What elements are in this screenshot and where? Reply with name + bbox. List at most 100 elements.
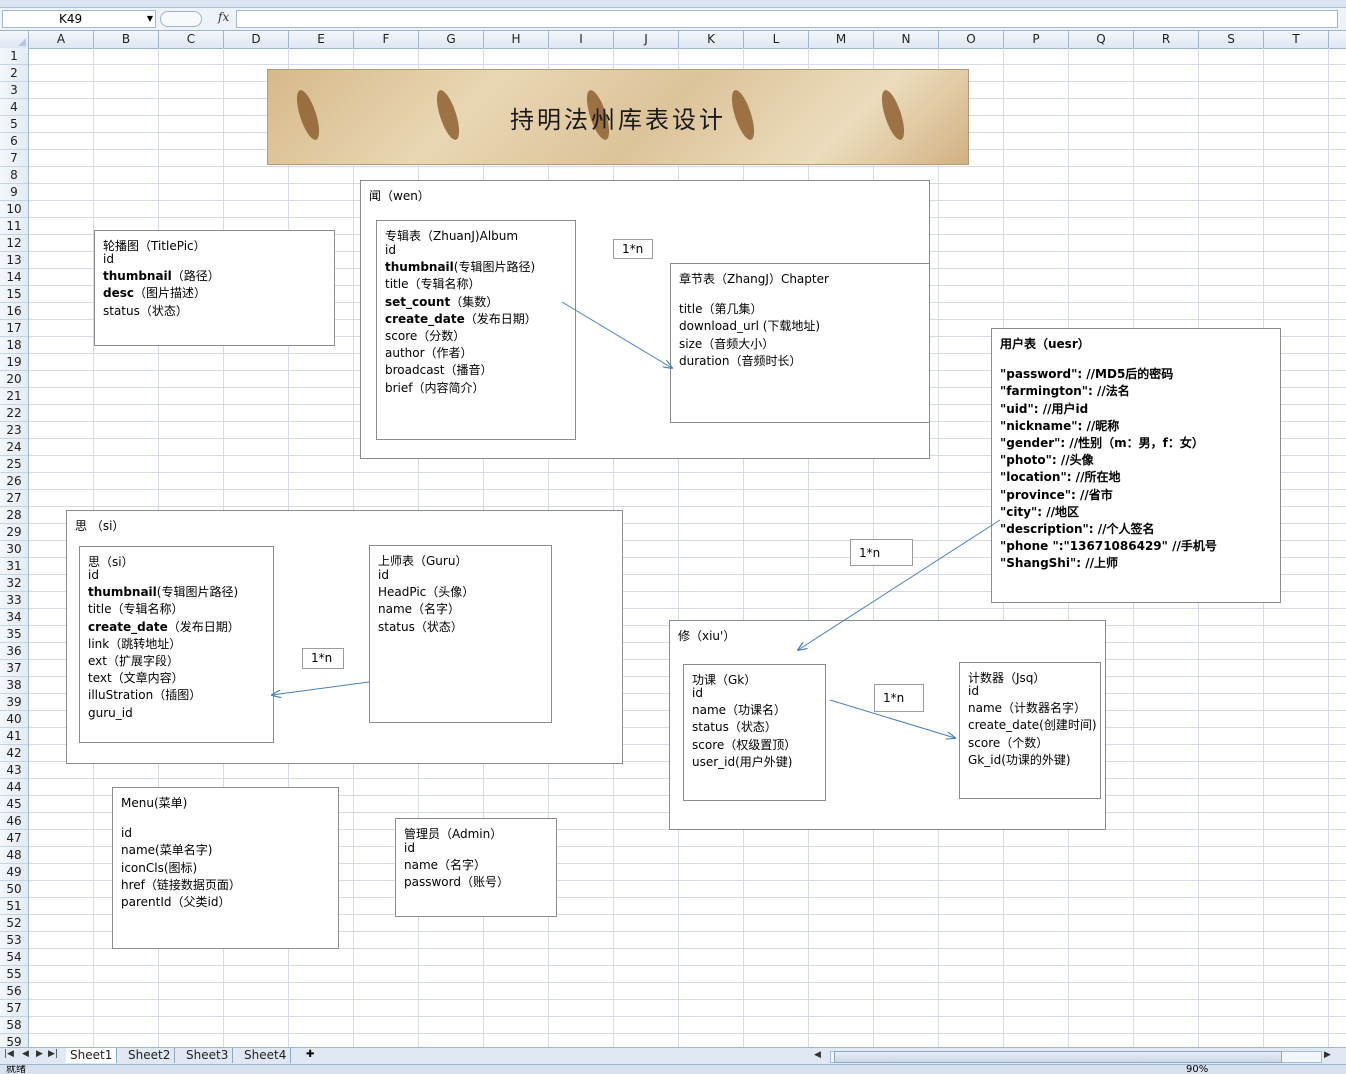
row-header-cell[interactable]: 45 — [0, 796, 28, 813]
row-header-cell[interactable]: 40 — [0, 711, 28, 728]
row-header-cell[interactable]: 43 — [0, 762, 28, 779]
scroll-right-icon[interactable]: ▶ — [1324, 1050, 1331, 1060]
first-sheet-icon[interactable]: |◀ — [4, 1049, 14, 1059]
row-header-cell[interactable]: 4 — [0, 99, 28, 116]
next-sheet-icon[interactable]: ▶ — [36, 1049, 43, 1059]
row-header-cell[interactable]: 53 — [0, 932, 28, 949]
column-header-cell[interactable]: R — [1134, 31, 1199, 48]
sheet-tab-3[interactable]: Sheet3 — [182, 1048, 234, 1063]
row-header-cell[interactable]: 24 — [0, 439, 28, 456]
row-header-cell[interactable]: 30 — [0, 541, 28, 558]
row-header-cell[interactable]: 15 — [0, 286, 28, 303]
row-header-cell[interactable]: 32 — [0, 575, 28, 592]
row-header-cell[interactable]: 27 — [0, 490, 28, 507]
row-header-cell[interactable]: 21 — [0, 388, 28, 405]
row-header-cell[interactable]: 16 — [0, 303, 28, 320]
row-header-cell[interactable]: 5 — [0, 116, 28, 133]
table-menu[interactable]: Menu(菜单) id name(菜单名字) iconCls(图标) href（链接数… — [112, 787, 339, 949]
row-header-cell[interactable]: 36 — [0, 643, 28, 660]
sheet-tab-1[interactable]: Sheet1 — [66, 1048, 118, 1063]
row-header-cell[interactable]: 58 — [0, 1017, 28, 1034]
column-header-cell[interactable]: N — [874, 31, 939, 48]
row-header-cell[interactable]: 17 — [0, 320, 28, 337]
row-header-cell[interactable]: 2 — [0, 65, 28, 82]
relation-label[interactable]: 1*n — [613, 239, 653, 259]
row-header-cell[interactable]: 41 — [0, 728, 28, 745]
column-header-cell[interactable]: Q — [1069, 31, 1134, 48]
row-header-cell[interactable]: 29 — [0, 524, 28, 541]
insert-sheet-icon[interactable]: ✚ — [306, 1049, 314, 1060]
table-album[interactable]: 专辑表（ZhuanJ)Album id thumbnail(专辑图片路径) titl… — [376, 220, 576, 440]
fx-icon[interactable]: fx — [218, 10, 229, 24]
relation-label[interactable]: 1*n — [302, 648, 344, 669]
row-header-cell[interactable]: 35 — [0, 626, 28, 643]
relation-label[interactable]: 1*n — [850, 539, 913, 566]
table-user[interactable]: 用户表（uesr） "password": //MD5后的密码 "farmingt… — [991, 328, 1281, 603]
column-header-cell[interactable]: H — [484, 31, 549, 48]
row-header-cell[interactable]: 49 — [0, 864, 28, 881]
row-header-cell[interactable]: 23 — [0, 422, 28, 439]
select-all-button[interactable] — [0, 31, 29, 48]
row-header-cell[interactable]: 19 — [0, 354, 28, 371]
row-header-cell[interactable]: 6 — [0, 133, 28, 150]
name-box[interactable]: K49 ▼ — [2, 10, 156, 28]
column-header-cell[interactable]: P — [1004, 31, 1069, 48]
scroll-thumb[interactable] — [834, 1051, 1282, 1063]
column-header-cell[interactable]: O — [939, 31, 1004, 48]
horizontal-scrollbar[interactable]: ◀ ▶ — [810, 1049, 1340, 1063]
row-header-cell[interactable]: 39 — [0, 694, 28, 711]
row-header-cell[interactable]: 46 — [0, 813, 28, 830]
row-header-cell[interactable]: 51 — [0, 898, 28, 915]
row-header-cell[interactable]: 9 — [0, 184, 28, 201]
row-header-cell[interactable]: 47 — [0, 830, 28, 847]
column-header-cell[interactable]: K — [679, 31, 744, 48]
sheet-tab-2[interactable]: Sheet2 — [124, 1048, 176, 1063]
row-header-cell[interactable]: 34 — [0, 609, 28, 626]
row-header-cell[interactable]: 26 — [0, 473, 28, 490]
chevron-down-icon[interactable]: ▼ — [147, 11, 153, 27]
row-header-cell[interactable]: 1 — [0, 48, 28, 65]
row-header-cell[interactable]: 38 — [0, 677, 28, 694]
column-header-cell[interactable]: J — [614, 31, 679, 48]
row-header-cell[interactable]: 10 — [0, 201, 28, 218]
row-header-cell[interactable]: 55 — [0, 966, 28, 983]
row-header-cell[interactable]: 33 — [0, 592, 28, 609]
column-header-cell[interactable]: B — [94, 31, 159, 48]
row-header-cell[interactable]: 12 — [0, 235, 28, 252]
prev-sheet-icon[interactable]: ◀ — [22, 1049, 29, 1059]
column-header-cell[interactable]: C — [159, 31, 224, 48]
column-header-cell[interactable]: A — [29, 31, 94, 48]
column-header-cell[interactable]: F — [354, 31, 419, 48]
row-header-cell[interactable]: 54 — [0, 949, 28, 966]
row-header-cell[interactable]: 59 — [0, 1034, 28, 1048]
row-header-cell[interactable]: 57 — [0, 1000, 28, 1017]
table-chapter[interactable]: 章节表（ZhangJ）Chapter title（第几集） download_ur… — [670, 263, 930, 423]
table-si[interactable]: 思（si） id thumbnail(专辑图片路径) title（专辑名称） crea… — [79, 546, 274, 743]
row-header-cell[interactable]: 14 — [0, 269, 28, 286]
column-header-cell[interactable]: S — [1199, 31, 1264, 48]
formula-input[interactable] — [236, 10, 1338, 28]
formula-options-icon[interactable] — [160, 11, 202, 27]
row-header-cell[interactable]: 25 — [0, 456, 28, 473]
row-header-cell[interactable]: 22 — [0, 405, 28, 422]
row-header-cell[interactable]: 8 — [0, 167, 28, 184]
row-header-cell[interactable]: 37 — [0, 660, 28, 677]
table-admin[interactable]: 管理员（Admin） id name（名字） password（账号） — [395, 818, 557, 917]
row-header-cell[interactable]: 42 — [0, 745, 28, 762]
table-gk[interactable]: 功课（Gk） id name（功课名） status（状态） score（权级置顶） u… — [683, 664, 826, 801]
relation-label[interactable]: 1*n — [874, 684, 924, 712]
column-header-cell[interactable]: M — [809, 31, 874, 48]
row-header-cell[interactable]: 3 — [0, 82, 28, 99]
scroll-left-icon[interactable]: ◀ — [814, 1050, 821, 1060]
row-header-cell[interactable]: 18 — [0, 337, 28, 354]
row-header-cell[interactable]: 20 — [0, 371, 28, 388]
row-header-cell[interactable]: 50 — [0, 881, 28, 898]
row-header-cell[interactable]: 52 — [0, 915, 28, 932]
column-header-cell[interactable]: L — [744, 31, 809, 48]
sheet-tab-4[interactable]: Sheet4 — [240, 1048, 292, 1063]
row-header-cell[interactable]: 31 — [0, 558, 28, 575]
row-header-cell[interactable]: 28 — [0, 507, 28, 524]
table-titlepic[interactable]: 轮播图（TitlePic） id thumbnail（路径） desc（图片描述） s… — [94, 230, 335, 346]
column-header-cell[interactable]: T — [1264, 31, 1329, 48]
column-header-cell[interactable]: G — [419, 31, 484, 48]
